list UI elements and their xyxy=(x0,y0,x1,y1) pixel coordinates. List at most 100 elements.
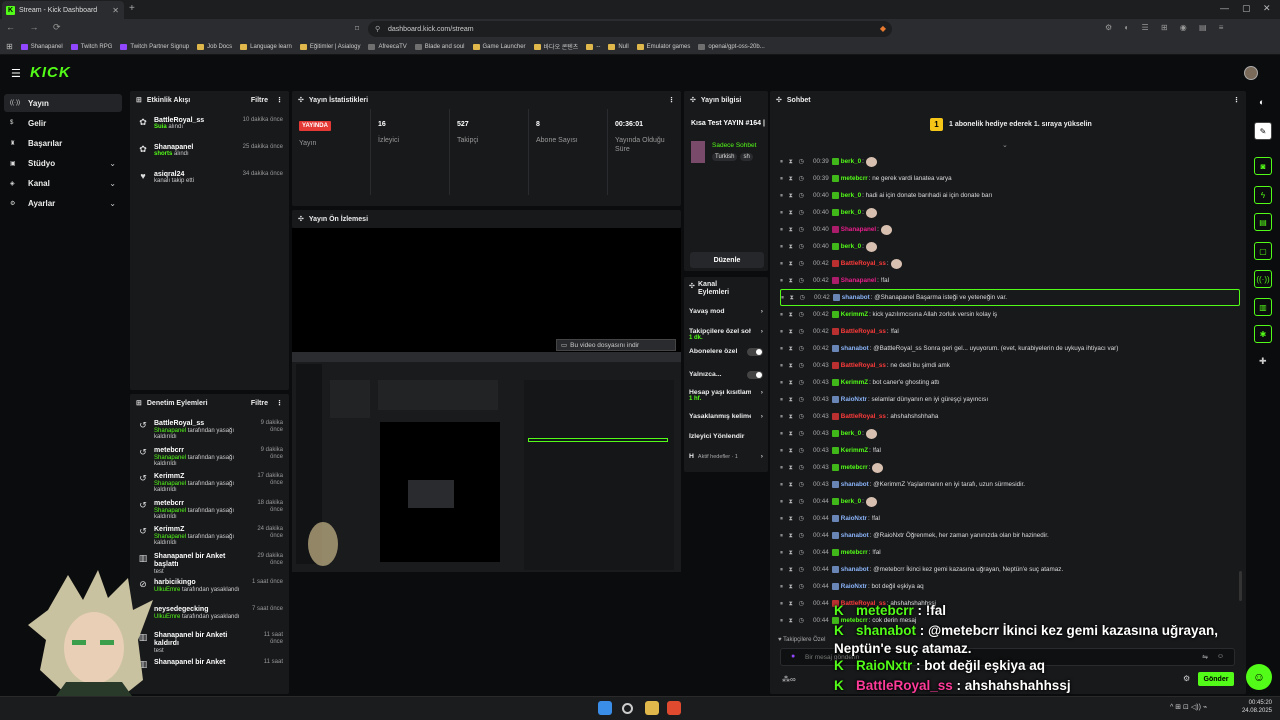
chat-message[interactable]: ⏸ ⧗ ◷ 00:42 BattleRoyal_ss: !fal xyxy=(780,323,1240,340)
minimize-icon[interactable]: — xyxy=(1220,3,1229,13)
bookmark-item[interactable]: Language learn xyxy=(240,43,292,50)
more-icon[interactable]: ⋮ xyxy=(276,96,283,104)
chat-username[interactable]: metebcrr xyxy=(841,464,868,471)
chat-message[interactable]: ⏸ ⧗ ◷ 00:43 KerimmZ: !fal xyxy=(780,442,1240,459)
dashboard-rail-icon[interactable]: ◙ xyxy=(1254,157,1272,175)
more-icon[interactable]: ⋮ xyxy=(276,399,283,407)
bookmark-item[interactable]: Job Docs xyxy=(197,43,232,50)
chat-rail-icon[interactable]: ▢ xyxy=(1254,242,1272,260)
apps-icon[interactable]: ⊞ xyxy=(6,42,13,51)
mod-actions-icon[interactable]: ⏸ ⧗ ◷ xyxy=(780,532,808,540)
moderation-item[interactable]: ↺ KerimmZ Shanapanel tarafından yasağı kal… xyxy=(138,473,283,493)
bookmark-item[interactable]: Null xyxy=(608,43,629,50)
search-icon[interactable] xyxy=(622,703,633,714)
channel-action-item[interactable]: Yalnızca... xyxy=(689,371,763,379)
bookmark-item[interactable]: Shanapanel xyxy=(20,43,63,50)
chat-message[interactable]: ⏸ ⧗ ◷ 00:40 berk_0: xyxy=(780,204,1240,221)
chat-settings-icon[interactable]: ⁂∞ xyxy=(782,675,796,684)
mod-actions-icon[interactable]: ⏸ ⧗ ◷ xyxy=(780,583,808,591)
chat-username[interactable]: metebcrr xyxy=(841,175,868,182)
moderation-item[interactable]: ↺ metebcrr Shanapanel tarafından yasağı ka… xyxy=(138,500,283,520)
bookmark-item[interactable]: Blade and soul xyxy=(414,43,465,50)
tag[interactable]: Turkish xyxy=(712,153,738,161)
bookmark-item[interactable]: Twitch Partner Signup xyxy=(120,43,189,50)
tag[interactable]: sh xyxy=(740,153,753,161)
mod-actions-icon[interactable]: ⏸ ⧗ ◷ xyxy=(780,515,808,523)
chat-message[interactable]: ⏸ ⧗ ◷ 00:43 metebcrr: xyxy=(780,459,1240,476)
moderation-item[interactable]: ⊘neysedegeckingUlkuEmre tarafından yasak… xyxy=(138,606,283,620)
kick-logo[interactable]: KICK xyxy=(30,64,71,81)
browser-tab[interactable]: K Stream - Kick Dashboard ✕ xyxy=(2,1,124,19)
document-rail-icon[interactable]: ▤ xyxy=(1254,213,1272,231)
mod-actions-icon[interactable]: ⏸ ⧗ ◷ xyxy=(780,209,808,217)
theme-toggle-icon[interactable]: ◐ xyxy=(1259,97,1264,107)
tray-icons[interactable]: ^ ⊞ ⊡ ◁)) ⌁ xyxy=(1170,703,1207,711)
tools-rail-icon[interactable]: ✱ xyxy=(1254,325,1272,343)
chat-message[interactable]: ⏸ ⧗ ◷ 00:44 RaioNxtr: !fal xyxy=(780,510,1240,527)
chat-message[interactable]: ⏸ ⧗ ◷ 00:44 metebcrr: !fal xyxy=(780,544,1240,561)
mod-actions-icon[interactable]: ⏸ ⧗ ◷ xyxy=(780,311,808,319)
edit-rail-icon[interactable]: ✎ xyxy=(1254,122,1272,140)
chat-username[interactable]: Shanapanel xyxy=(841,277,876,284)
chat-message[interactable]: ⏸ ⧗ ◷ 00:44 shanabot: @RaioNxtr Öğrenmek, … xyxy=(780,527,1240,544)
chat-username[interactable]: shanabot xyxy=(841,481,869,488)
more-icon[interactable]: ⋮ xyxy=(668,96,675,104)
url-field[interactable]: ⚲ dashboard.kick.com/stream ◆ xyxy=(368,21,892,37)
sidebar-item-ayarlar[interactable]: ⚙ Ayarlar ⌄ xyxy=(4,194,122,212)
moderation-item[interactable]: ↺ KerimmZ Shanapanel tarafından yasağı kal… xyxy=(138,526,283,546)
edit-button[interactable]: Düzenle xyxy=(690,252,764,268)
sidebar-item-gelir[interactable]: $ Gelir xyxy=(4,114,122,132)
chat-username[interactable]: BattleRoyal_ss xyxy=(841,362,886,369)
mod-actions-icon[interactable]: ⏸ ⧗ ◷ xyxy=(780,549,808,557)
site-info-icon[interactable]: ⚲ xyxy=(375,25,380,33)
moderation-item[interactable]: ▥ Shanapanel bir Anket başlattı test 29 dak… xyxy=(138,553,283,575)
mod-actions-icon[interactable]: ⏸ ⧗ ◷ xyxy=(780,379,808,387)
mic-icon[interactable]: ● xyxy=(791,653,795,660)
chat-username[interactable]: KerimmZ xyxy=(841,379,868,386)
chat-username[interactable]: berk_0 xyxy=(841,192,861,199)
toggle-switch[interactable] xyxy=(747,371,763,379)
chat-username[interactable]: berk_0 xyxy=(841,158,861,165)
category-name[interactable]: Sadece Sohbet xyxy=(712,142,756,149)
mod-actions-icon[interactable]: ⏸ ⧗ ◷ xyxy=(780,396,808,404)
chat-username[interactable]: shanabot xyxy=(842,294,870,301)
mod-actions-icon[interactable]: ⏸ ⧗ ◷ xyxy=(780,617,808,625)
chat-message[interactable]: ⏸ ⧗ ◷ 00:39 berk_0: xyxy=(780,153,1240,170)
chat-username[interactable]: metebcrr xyxy=(841,549,868,556)
mod-actions-icon[interactable]: ⏸ ⧗ ◷ xyxy=(780,498,808,506)
chat-username[interactable]: shanabot xyxy=(841,345,869,352)
chat-message[interactable]: ⏸ ⧗ ◷ 00:40 Shanapanel: xyxy=(780,221,1240,238)
mod-actions-icon[interactable]: ⏸ ⧗ ◷ xyxy=(780,447,808,455)
chat-message[interactable]: ⏸ ⧗ ◷ 00:43 RaioNxtr: selamlar dünyanın en… xyxy=(780,391,1240,408)
extensions-icon[interactable]: ⚙ ◐ ☰ ⊞ ◉ ▤ ≡ xyxy=(1105,23,1228,32)
layout-rail-icon[interactable]: ▥ xyxy=(1254,298,1272,316)
mod-actions-icon[interactable]: ⏸ ⧗ ◷ xyxy=(780,430,808,438)
mod-actions-icon[interactable]: ⏸ ⧗ ◷ xyxy=(780,226,808,234)
sidebar-item-stüdyo[interactable]: ▣ Stüdyo ⌄ xyxy=(4,154,122,172)
mod-actions-icon[interactable]: ⏸ ⧗ ◷ xyxy=(780,243,808,251)
bookmark-item[interactable]: 바다오 콘텐츠 xyxy=(533,42,578,51)
bookmark-item[interactable]: Twitch RPG xyxy=(70,43,112,50)
activity-item[interactable]: ✿ BattleRoyal_ss Suia alındı 10 dakika önce xyxy=(138,117,283,130)
moderation-item[interactable]: ↺ BattleRoyal_ss Shanapanel tarafından yas… xyxy=(138,420,283,440)
mod-actions-icon[interactable]: ⏸ ⧗ ◷ xyxy=(780,464,808,472)
mod-actions-icon[interactable]: ⏸ ⧗ ◷ xyxy=(780,600,808,608)
moderation-item[interactable]: ↺ metebcrr Shanapanel tarafından yasağı ka… xyxy=(138,447,283,467)
sidebar-item-yayın[interactable]: ((·)) Yayın xyxy=(4,94,122,112)
activity-item[interactable]: ✿ Shanapanel shorts alındı 25 dakika önce xyxy=(138,144,283,157)
download-video-button[interactable]: ▭ Bu video dosyasını indir xyxy=(556,339,676,351)
chat-message[interactable]: ⏸ ⧗ ◷ 00:42 shanabot: @Shanapanel Başarma … xyxy=(780,289,1240,306)
chat-message[interactable]: ⏸ ⧗ ◷ 00:40 berk_0: xyxy=(780,238,1240,255)
chat-message[interactable]: ⏸ ⧗ ◷ 00:44 berk_0: xyxy=(780,493,1240,510)
channel-action-item[interactable]: Abonelere özel xyxy=(689,348,763,356)
chat-message[interactable]: ⏸ ⧗ ◷ 00:42 Shanapanel: !fal xyxy=(780,272,1240,289)
bookmark-item[interactable]: Game Launcher xyxy=(472,43,526,50)
mod-actions-icon[interactable]: ⏸ ⧗ ◷ xyxy=(780,345,808,353)
mod-actions-icon[interactable]: ⏸ ⧗ ◷ xyxy=(780,277,808,285)
chat-username[interactable]: KerimmZ xyxy=(841,447,868,454)
toggle-switch[interactable] xyxy=(747,348,763,356)
mod-actions-icon[interactable]: ⏸ ⧗ ◷ xyxy=(781,294,809,302)
sidebar-item-başarılar[interactable]: ♜ Başarılar xyxy=(4,134,122,152)
chat-username[interactable]: berk_0 xyxy=(841,243,861,250)
add-widget-icon[interactable]: ✚ xyxy=(1259,356,1267,367)
